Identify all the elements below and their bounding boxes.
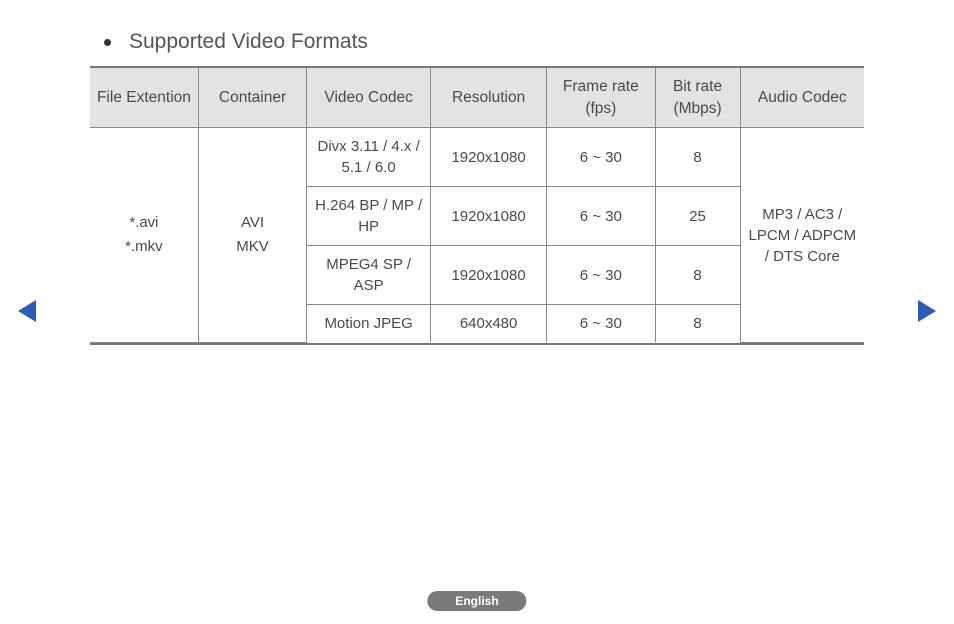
cell-acodec: MP3 / AC3 / LPCM / ADPCM / DTS Core xyxy=(740,128,864,343)
section-title-row: Supported Video Formats xyxy=(90,30,864,54)
cell-resolution: 1920x1080 xyxy=(431,187,547,246)
cell-resolution: 1920x1080 xyxy=(431,128,547,187)
footer: English xyxy=(427,592,526,610)
cell-fps: 6 ~ 30 xyxy=(547,187,655,246)
cell-bitrate: 8 xyxy=(655,128,740,187)
cell-vcodec: Divx 3.11 / 4.x / 5.1 / 6.0 xyxy=(307,128,431,187)
cell-extensions: *.avi*.mkv xyxy=(90,128,198,343)
language-badge: English xyxy=(427,591,526,611)
cell-bitrate: 8 xyxy=(655,246,740,305)
cell-resolution: 640x480 xyxy=(431,305,547,343)
cell-vcodec: H.264 BP / MP / HP xyxy=(307,187,431,246)
formats-table-wrap: File Extention Container Video Codec Res… xyxy=(90,66,864,345)
cell-resolution: 1920x1080 xyxy=(431,246,547,305)
cell-fps: 6 ~ 30 xyxy=(547,128,655,187)
header-vcodec: Video Codec xyxy=(307,68,431,128)
table-row: *.avi*.mkv AVIMKV Divx 3.11 / 4.x / 5.1 … xyxy=(90,128,864,187)
section-title: Supported Video Formats xyxy=(129,30,368,54)
cell-vcodec: MPEG4 SP / ASP xyxy=(307,246,431,305)
header-fps: Frame rate (fps) xyxy=(547,68,655,128)
header-container: Container xyxy=(198,68,306,128)
next-page-arrow-icon[interactable] xyxy=(918,300,936,322)
header-ext: File Extention xyxy=(90,68,198,128)
cell-containers: AVIMKV xyxy=(198,128,306,343)
cell-fps: 6 ~ 30 xyxy=(547,305,655,343)
cell-vcodec: Motion JPEG xyxy=(307,305,431,343)
table-header-row: File Extention Container Video Codec Res… xyxy=(90,68,864,128)
cell-bitrate: 25 xyxy=(655,187,740,246)
header-resolution: Resolution xyxy=(431,68,547,128)
cell-bitrate: 8 xyxy=(655,305,740,343)
cell-fps: 6 ~ 30 xyxy=(547,246,655,305)
formats-table: File Extention Container Video Codec Res… xyxy=(90,68,864,343)
prev-page-arrow-icon[interactable] xyxy=(18,300,36,322)
bullet-icon xyxy=(104,39,111,46)
header-acodec: Audio Codec xyxy=(740,68,864,128)
header-bitrate: Bit rate (Mbps) xyxy=(655,68,740,128)
